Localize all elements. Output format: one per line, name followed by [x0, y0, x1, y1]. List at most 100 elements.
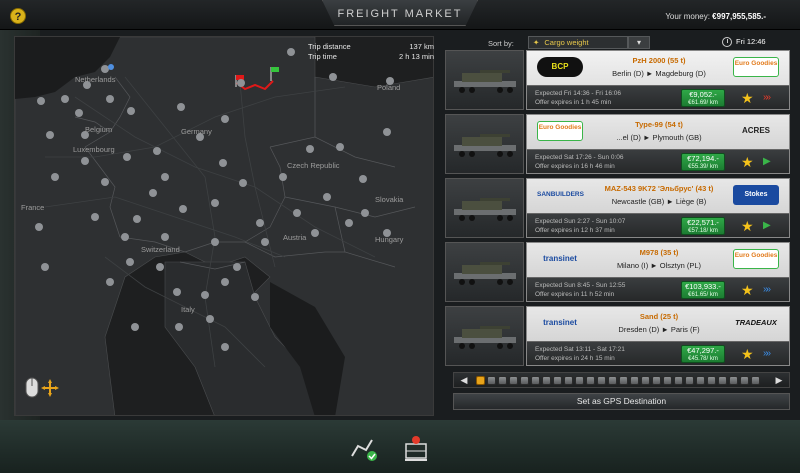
- urgency-arrows-icon: »»: [763, 284, 771, 295]
- star-icon[interactable]: ★: [741, 344, 754, 364]
- star-icon[interactable]: ★: [741, 152, 754, 172]
- timeline-dot[interactable]: [619, 376, 628, 385]
- company-logo-destination: ACRES: [741, 126, 770, 135]
- job-details-bar: Expected Sun 8:45 - Sun 12:55 Offer expi…: [527, 277, 789, 301]
- price-per-km: €57.18/ km: [688, 228, 718, 234]
- job-offer[interactable]: transinet Sand (25 t) Dresden (D) ► Pari…: [445, 306, 790, 366]
- job-card[interactable]: transinet Sand (25 t) Dresden (D) ► Pari…: [526, 306, 790, 366]
- map-label-slovakia: Slovakia: [375, 195, 404, 204]
- timeline-dot[interactable]: [597, 376, 606, 385]
- timeline-dot[interactable]: [652, 376, 661, 385]
- cargo-thumbnail: [445, 306, 524, 366]
- job-times: Expected Sun 8:45 - Sun 12:55 Offer expi…: [535, 281, 625, 299]
- expected-time: Expected Sun 8:45 - Sun 12:55: [535, 282, 626, 289]
- job-card[interactable]: Euro Goodies Type-99 (54 t) ...el (D) ► …: [526, 114, 790, 174]
- price-value: €47,297.-: [687, 346, 719, 355]
- trip-info: Trip distance 137 km Trip time 2 h 13 mi…: [308, 42, 434, 62]
- gear-icon: ✦: [533, 38, 540, 47]
- expected-time: Expected Sat 17:26 - Sun 0:06: [535, 154, 624, 161]
- map-label-poland: Poland: [377, 83, 401, 92]
- chevron-down-icon[interactable]: ▾: [628, 36, 650, 49]
- timeline-dot[interactable]: [476, 376, 485, 385]
- help-button[interactable]: ?: [10, 8, 26, 24]
- price-value: €9,052.-: [689, 90, 717, 99]
- offer-expiry: Offer expires in 1 h 45 min: [535, 99, 612, 106]
- job-offer[interactable]: SANBUILDERS MAZ-543 9K72 'Эльбрус' (43 t…: [445, 178, 790, 238]
- timeline-dot[interactable]: [586, 376, 595, 385]
- company-logo-destination: Euro Goodies: [733, 57, 779, 77]
- timeline-dot[interactable]: [751, 376, 760, 385]
- price-per-km: €45.78/ km: [688, 356, 718, 362]
- urgency-arrows-icon: ▶: [763, 220, 771, 231]
- job-offer[interactable]: Euro Goodies Type-99 (54 t) ...el (D) ► …: [445, 114, 790, 174]
- sort-label: Sort by:: [488, 39, 514, 48]
- trip-time-label: Trip time: [308, 52, 337, 61]
- timeline-dot[interactable]: [553, 376, 562, 385]
- map-label-france: France: [21, 203, 45, 212]
- timeline-dot[interactable]: [740, 376, 749, 385]
- company-logo-destination: Euro Goodies: [733, 249, 779, 269]
- timeline-dot[interactable]: [487, 376, 496, 385]
- job-offer[interactable]: BCP PzH 2000 (55 t) Berlin (D) ► Magdebu…: [445, 50, 790, 110]
- urgency-arrows-icon: »»: [763, 92, 771, 103]
- timeline-dot[interactable]: [729, 376, 738, 385]
- star-icon[interactable]: ★: [741, 88, 754, 108]
- cargo-thumbnail: [445, 114, 524, 174]
- timeline-dot[interactable]: [542, 376, 551, 385]
- timeline-dot[interactable]: [630, 376, 639, 385]
- job-card[interactable]: transinet M978 (35 t) Milano (I) ► Olszt…: [526, 242, 790, 302]
- timeline-next-button[interactable]: ▶: [773, 374, 785, 386]
- timeline-prev-button[interactable]: ◀: [458, 374, 470, 386]
- timeline-dot[interactable]: [718, 376, 727, 385]
- sort-select[interactable]: ✦ Cargo weight: [528, 36, 628, 49]
- timeline-dot[interactable]: [575, 376, 584, 385]
- map-label-italy: Italy: [181, 305, 195, 314]
- timeline-dot[interactable]: [531, 376, 540, 385]
- truck-route-icon[interactable]: [348, 434, 380, 464]
- money-label: Your money:: [665, 12, 710, 21]
- route-map[interactable]: Netherlands Belgium Luxembourg France Ge…: [14, 36, 434, 416]
- cargo-thumbnail: [445, 50, 524, 110]
- timeline-dot[interactable]: [685, 376, 694, 385]
- cargo-thumbnail: [445, 178, 524, 238]
- map-label-austria: Austria: [283, 233, 307, 242]
- map-label-germany: Germany: [181, 127, 212, 136]
- timeline-dot[interactable]: [674, 376, 683, 385]
- price-badge: €103,933.- €61.65/ km: [681, 281, 725, 299]
- timeline-dot[interactable]: [663, 376, 672, 385]
- timeline-dots: [476, 376, 760, 385]
- set-gps-destination-button[interactable]: Set as GPS Destination: [453, 393, 790, 410]
- job-card[interactable]: BCP PzH 2000 (55 t) Berlin (D) ► Magdebu…: [526, 50, 790, 110]
- timeline-dot[interactable]: [564, 376, 573, 385]
- map-label-luxembourg: Luxembourg: [73, 145, 115, 154]
- cargo-market-icon[interactable]: [400, 434, 432, 464]
- timeline-dot[interactable]: [696, 376, 705, 385]
- expected-time: Expected Fri 14:36 - Fri 16:06: [535, 90, 621, 97]
- timeline-dot[interactable]: [641, 376, 650, 385]
- expected-time: Expected Sun 2:27 - Sun 10:07: [535, 218, 626, 225]
- timeline-dot[interactable]: [707, 376, 716, 385]
- truck-trailer-icon: [454, 70, 516, 93]
- price-badge: €22,571.- €57.18/ km: [681, 217, 725, 235]
- star-icon[interactable]: ★: [741, 216, 754, 236]
- offer-expiry: Offer expires in 24 h 15 min: [535, 355, 615, 362]
- truck-trailer-icon: [454, 326, 516, 349]
- expected-time: Expected Sat 13:11 - Sat 17:21: [535, 346, 625, 353]
- star-icon[interactable]: ★: [741, 280, 754, 300]
- urgency-arrows-icon: »»: [763, 348, 771, 359]
- timeline-dot[interactable]: [498, 376, 507, 385]
- timeline-dot[interactable]: [509, 376, 518, 385]
- timeline-dot[interactable]: [608, 376, 617, 385]
- offer-expiry: Offer expires in 12 h 37 min: [535, 227, 615, 234]
- timeline-dot[interactable]: [520, 376, 529, 385]
- urgency-arrows-icon: ▶: [763, 156, 771, 167]
- game-time: Fri 12:46: [736, 37, 766, 46]
- offer-expiry: Offer expires in 11 h 52 min: [535, 291, 615, 298]
- job-card[interactable]: SANBUILDERS MAZ-543 9K72 'Эльбрус' (43 t…: [526, 178, 790, 238]
- truck-trailer-icon: [454, 198, 516, 221]
- price-per-km: €55.39/ km: [688, 164, 718, 170]
- job-details-bar: Expected Fri 14:36 - Fri 16:06 Offer exp…: [527, 85, 789, 109]
- job-offer[interactable]: transinet M978 (35 t) Milano (I) ► Olszt…: [445, 242, 790, 302]
- trip-time-row: Trip time 2 h 13 min: [308, 52, 434, 62]
- job-times: Expected Sat 17:26 - Sun 0:06 Offer expi…: [535, 153, 624, 171]
